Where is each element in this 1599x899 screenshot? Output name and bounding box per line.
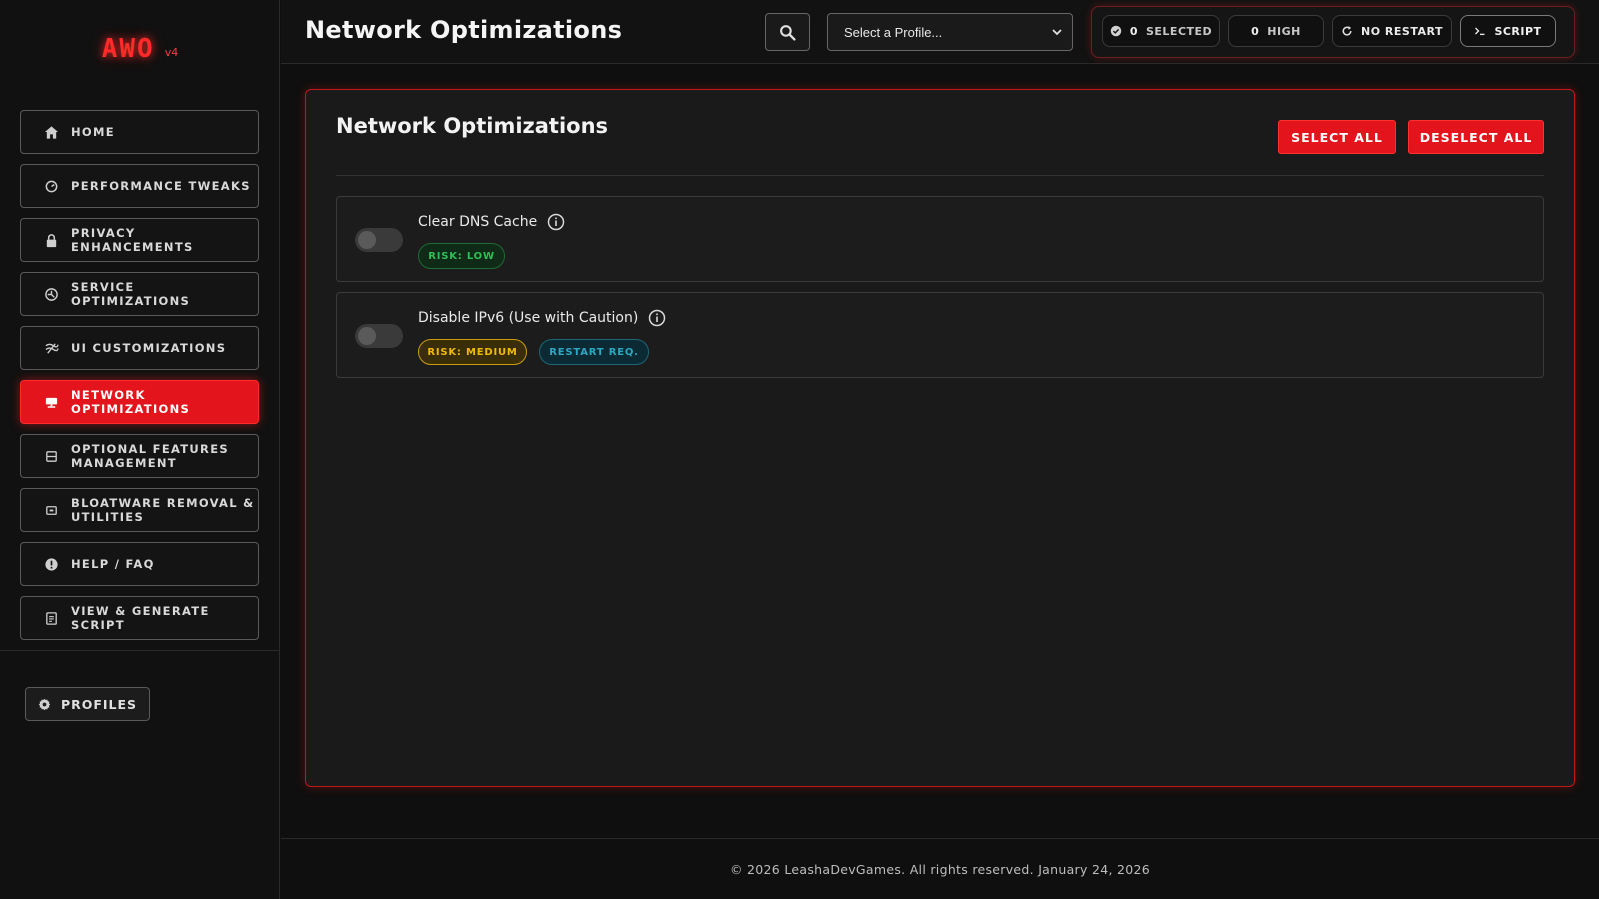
sidebar-item-bloatware-removal[interactable]: BLOATWARE REMOVAL & UTILITIES xyxy=(20,488,259,532)
sidebar-item-network-optimizations[interactable]: NETWORK OPTIMIZATIONS xyxy=(20,380,259,424)
ui-icon xyxy=(41,338,61,358)
tweak-name-text: Clear DNS Cache xyxy=(418,214,538,230)
bloatware-icon xyxy=(41,500,61,520)
footer-divider xyxy=(281,838,1599,839)
service-icon xyxy=(41,284,61,304)
sidebar-item-label: VIEW & GENERATE SCRIPT xyxy=(71,604,210,632)
gear-icon xyxy=(38,698,51,710)
tweak-name: Clear DNS Cache xyxy=(418,213,565,231)
script-doc-icon xyxy=(41,608,61,628)
tweak-name: Disable IPv6 (Use with Caution) xyxy=(418,309,666,327)
sidebar-item-label: BLOATWARE REMOVAL & UTILITIES xyxy=(71,496,255,524)
restart-icon xyxy=(1342,26,1352,36)
sidebar-item-label: UI CUSTOMIZATIONS xyxy=(71,341,227,355)
tweak-item-clear-dns-cache: Clear DNS Cache RISK: LOW xyxy=(336,196,1544,282)
footer-copyright: © 2026 LeashaDevGames. All rights reserv… xyxy=(729,862,1151,877)
status-bar: 0 SELECTED 0 HIGH NO RESTART SCRIPT xyxy=(1091,6,1575,58)
deselect-all-button[interactable]: DESELECT ALL xyxy=(1408,120,1544,154)
sidebar-item-view-generate-script[interactable]: VIEW & GENERATE SCRIPT xyxy=(20,596,259,640)
select-all-button[interactable]: SELECT ALL xyxy=(1278,120,1396,154)
network-optimizations-panel: Network Optimizations SELECT ALL DESELEC… xyxy=(305,89,1575,787)
chevron-down-icon xyxy=(1052,29,1062,36)
selected-count-badge: 0 SELECTED xyxy=(1102,15,1220,47)
search-button[interactable] xyxy=(765,13,810,51)
logo-text: AWO xyxy=(101,34,155,64)
sidebar-item-label: HOME xyxy=(71,125,115,139)
sidebar-nav: HOME PERFORMANCE TWEAKS PRIVACY ENHANCEM… xyxy=(20,110,259,650)
info-icon[interactable] xyxy=(547,213,565,231)
tweak-name-text: Disable IPv6 (Use with Caution) xyxy=(418,310,639,326)
check-circle-icon xyxy=(1110,25,1122,37)
section-divider xyxy=(336,175,1544,176)
sidebar-item-service-optimizations[interactable]: SERVICE OPTIMIZATIONS xyxy=(20,272,259,316)
sidebar-item-label: PRIVACY ENHANCEMENTS xyxy=(71,226,194,254)
speed-icon xyxy=(41,176,61,196)
lock-icon xyxy=(41,230,61,250)
restart-status-badge: NO RESTART xyxy=(1332,15,1452,47)
high-risk-count-badge: 0 HIGH xyxy=(1228,15,1324,47)
sidebar-item-label: OPTIONAL FEATURES MANAGEMENT xyxy=(71,442,229,470)
sidebar-item-help-faq[interactable]: HELP / FAQ xyxy=(20,542,259,586)
sidebar-item-label: PERFORMANCE TWEAKS xyxy=(71,179,251,193)
high-count: 0 xyxy=(1251,24,1260,38)
section-title: Network Optimizations xyxy=(336,114,609,138)
sidebar-item-home[interactable]: HOME xyxy=(20,110,259,154)
help-icon xyxy=(41,554,61,574)
script-button[interactable]: SCRIPT xyxy=(1460,15,1556,47)
sidebar-item-privacy-enhancements[interactable]: PRIVACY ENHANCEMENTS xyxy=(20,218,259,262)
home-icon xyxy=(41,122,61,142)
app-logo: AWO v4 xyxy=(0,34,280,64)
high-label: HIGH xyxy=(1267,24,1301,38)
sidebar: AWO v4 HOME PERFORMANCE TWEAKS PRIVACY EN… xyxy=(0,0,280,899)
sidebar-item-performance-tweaks[interactable]: PERFORMANCE TWEAKS xyxy=(20,164,259,208)
network-icon xyxy=(41,392,61,412)
top-header: Network Optimizations Select a Profile..… xyxy=(281,0,1599,64)
page-title: Network Optimizations xyxy=(305,16,623,44)
profiles-button-label: PROFILES xyxy=(60,696,138,712)
sidebar-item-ui-customizations[interactable]: UI CUSTOMIZATIONS xyxy=(20,326,259,370)
profile-select-value: Select a Profile... xyxy=(844,24,943,40)
sidebar-item-label: HELP / FAQ xyxy=(71,557,155,571)
selected-label: SELECTED xyxy=(1145,24,1213,38)
info-icon[interactable] xyxy=(648,309,666,327)
sidebar-item-label: SERVICE OPTIMIZATIONS xyxy=(71,280,191,308)
risk-badge-low: RISK: LOW xyxy=(418,243,505,269)
sidebar-item-optional-features[interactable]: OPTIONAL FEATURES MANAGEMENT xyxy=(20,434,259,478)
tweak-item-disable-ipv6: Disable IPv6 (Use with Caution) RISK: ME… xyxy=(336,292,1544,378)
script-label: SCRIPT xyxy=(1494,24,1542,38)
sidebar-item-label: NETWORK OPTIMIZATIONS xyxy=(71,388,191,416)
toggle-knob xyxy=(358,231,376,249)
tweak-toggle[interactable] xyxy=(355,228,403,252)
restart-label: NO RESTART xyxy=(1361,24,1443,38)
profile-select[interactable]: Select a Profile... xyxy=(827,13,1073,51)
version-label: v4 xyxy=(164,46,179,59)
toggle-knob xyxy=(358,327,376,345)
tweak-toggle[interactable] xyxy=(355,324,403,348)
terminal-icon xyxy=(1475,27,1485,36)
risk-badge-medium: RISK: MEDIUM xyxy=(418,339,527,365)
search-icon xyxy=(780,24,796,41)
features-icon xyxy=(41,446,61,466)
profiles-button[interactable]: PROFILES xyxy=(25,687,150,721)
sidebar-divider xyxy=(0,650,280,651)
restart-required-badge: RESTART REQ. xyxy=(539,339,649,365)
selected-count: 0 xyxy=(1129,24,1138,38)
